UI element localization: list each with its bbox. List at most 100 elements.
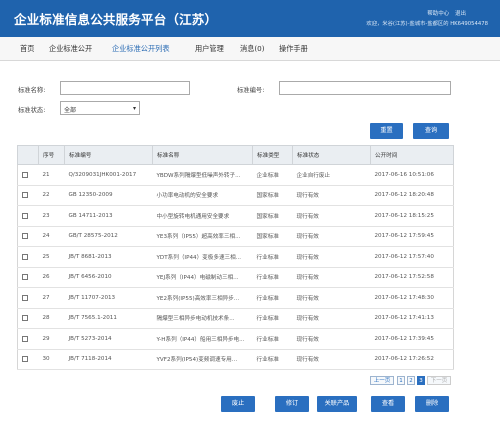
- standards-table: 序号 标准编号 标准名称 标准类型 标准状态 公开时间 21 Q/3209031…: [17, 145, 454, 370]
- table-row[interactable]: 29 JB/T 5273-2014 Y-H系列（IP44）船用三相异步电... …: [17, 328, 454, 350]
- row-checkbox[interactable]: [22, 171, 28, 178]
- page-button-1[interactable]: 1: [397, 376, 405, 385]
- cell-index: 25: [38, 246, 65, 268]
- standard-name-input[interactable]: [60, 81, 190, 95]
- row-checkbox[interactable]: [22, 212, 28, 219]
- help-link[interactable]: 帮助中心: [427, 11, 449, 17]
- standard-number-input[interactable]: [279, 81, 451, 95]
- prev-page-button[interactable]: 上一页: [370, 376, 394, 385]
- table-row[interactable]: 22 GB 12350-2009 小功率电动机的安全要求 国家标准 现行有效 2…: [17, 185, 454, 206]
- table-row[interactable]: 25 JB/T 8681-2013 YDT系列（IP44）变极多速三相... 行…: [17, 246, 454, 268]
- utility-links: 帮助中心 退出: [423, 9, 466, 17]
- column-header-code: 标准编号: [64, 145, 153, 165]
- table-row[interactable]: 23 GB 14711-2013 中小型旋转电机通用安全要求 国家标准 现行有效…: [17, 205, 454, 227]
- cell-index: 24: [38, 226, 65, 247]
- cell-name: YVF2系列(IP54)变频调速专用...: [152, 349, 253, 370]
- cell-name: 小功率电动机的安全要求: [152, 185, 253, 206]
- cell-time: 2017-06-12 17:59:45: [370, 226, 454, 247]
- nav-item-user-management[interactable]: 用户管理: [195, 44, 224, 54]
- status-select-value: 全部: [64, 107, 77, 114]
- page-button-3[interactable]: 3: [417, 376, 425, 385]
- row-checkbox[interactable]: [22, 233, 28, 239]
- column-header-select: [17, 145, 39, 165]
- nav-item-messages[interactable]: 消息(0): [240, 44, 265, 54]
- cell-status: 现行有效: [292, 328, 371, 350]
- cell-code: GB 14711-2013: [64, 205, 153, 227]
- logout-link[interactable]: 退出: [455, 11, 466, 17]
- table-row[interactable]: 24 GB/T 28575-2012 YE3系列（IP55）超高效率三相... …: [17, 226, 454, 247]
- cell-name: 中小型旋转电机通用安全要求: [152, 205, 253, 227]
- row-checkbox[interactable]: [22, 356, 28, 362]
- cell-type: 国家标准: [252, 205, 293, 227]
- cell-index: 30: [38, 349, 65, 370]
- cell-time: 2017-06-12 17:52:58: [370, 267, 454, 288]
- cell-name: YBDW系列隔爆型低噪声外转子...: [152, 164, 253, 186]
- cell-code: JB/T 5273-2014: [64, 328, 153, 350]
- column-header-name: 标准名称: [152, 145, 253, 165]
- standard-number-label: 标准编号:: [237, 87, 265, 94]
- cell-type: 企业标准: [252, 164, 293, 186]
- cell-time: 2017-06-12 18:20:48: [370, 185, 454, 206]
- standard-status-label: 标准状态:: [18, 107, 46, 114]
- next-page-button[interactable]: 下一页: [427, 376, 451, 385]
- cell-index: 26: [38, 267, 65, 288]
- cell-status: 现行有效: [292, 185, 371, 206]
- cell-time: 2017-06-12 17:48:30: [370, 287, 454, 309]
- cell-type: 国家标准: [252, 185, 293, 206]
- row-checkbox[interactable]: [22, 253, 28, 260]
- page-button-2[interactable]: 2: [407, 376, 415, 385]
- table-row[interactable]: 26 JB/T 6456-2010 YEJ系列（IP44）电磁制动三相... 行…: [17, 267, 454, 288]
- table-row[interactable]: 27 JB/T 11707-2013 YE2系列(IP55)高效率三相异步...…: [17, 287, 454, 309]
- row-checkbox[interactable]: [22, 315, 28, 321]
- cell-name: YEJ系列（IP44）电磁制动三相...: [152, 267, 253, 288]
- column-header-index: 序号: [38, 145, 65, 165]
- cell-status: 现行有效: [292, 267, 371, 288]
- cell-code: JB/T 8681-2013: [64, 246, 153, 268]
- delete-button[interactable]: 删除: [415, 396, 449, 412]
- cell-name: 隔爆型三相异步电动机技术条...: [152, 308, 253, 329]
- cell-type: 行业标准: [252, 267, 293, 288]
- search-button[interactable]: 查询: [413, 123, 449, 139]
- standard-name-label: 标准名称:: [18, 87, 46, 94]
- cell-index: 21: [38, 164, 65, 186]
- cell-status: 企业自行废止: [292, 164, 371, 186]
- cell-code: GB/T 28575-2012: [64, 226, 153, 247]
- cell-status: 现行有效: [292, 246, 371, 268]
- cell-status: 现行有效: [292, 287, 371, 309]
- site-title: 企业标准信息公共服务平台（江苏）: [14, 12, 218, 27]
- abolish-button[interactable]: 废止: [221, 396, 255, 412]
- welcome-text: 欢迎，米谷(江苏)-盐城市-盐都区的 HK649054478: [366, 21, 488, 27]
- row-checkbox[interactable]: [22, 335, 28, 342]
- table-row[interactable]: 30 JB/T 7118-2014 YVF2系列(IP54)变频调速专用... …: [17, 349, 454, 370]
- column-header-time: 公开时间: [370, 145, 454, 165]
- cell-time: 2017-06-16 10:51:06: [370, 164, 454, 186]
- row-checkbox[interactable]: [22, 192, 28, 198]
- column-header-status: 标准状态: [292, 145, 371, 165]
- header-banner: 企业标准信息公共服务平台（江苏） 帮助中心 退出 欢迎，米谷(江苏)-盐城市-盐…: [0, 0, 500, 37]
- view-button[interactable]: 查看: [371, 396, 405, 412]
- cell-time: 2017-06-12 17:26:52: [370, 349, 454, 370]
- reset-button[interactable]: 重置: [370, 123, 403, 139]
- cell-status: 现行有效: [292, 205, 371, 227]
- link-product-button[interactable]: 关联产品: [317, 396, 357, 412]
- table-row[interactable]: 21 Q/3209031JHK001-2017 YBDW系列隔爆型低噪声外转子.…: [17, 164, 454, 186]
- cell-index: 27: [38, 287, 65, 309]
- nav-item-home[interactable]: 首页: [20, 44, 34, 54]
- cell-type: 国家标准: [252, 226, 293, 247]
- row-checkbox[interactable]: [22, 274, 28, 280]
- nav-item-manual[interactable]: 操作手册: [279, 44, 308, 54]
- chevron-down-icon: ▾: [132, 105, 136, 112]
- row-checkbox[interactable]: [22, 294, 28, 301]
- cell-code: Q/3209031JHK001-2017: [64, 164, 153, 186]
- standard-status-select[interactable]: 全部 ▾: [60, 101, 140, 115]
- cell-time: 2017-06-12 17:41:13: [370, 308, 454, 329]
- cell-code: GB 12350-2009: [64, 185, 153, 206]
- cell-type: 行业标准: [252, 349, 293, 370]
- cell-name: YE2系列(IP55)高效率三相异步...: [152, 287, 253, 309]
- nav-item-standard-disclosure[interactable]: 企业标准公开: [49, 44, 92, 54]
- revise-button[interactable]: 修订: [275, 396, 309, 412]
- cell-name: Y-H系列（IP44）船用三相异步电...: [152, 328, 253, 350]
- nav-item-standard-list[interactable]: 企业标准公开列表: [112, 44, 170, 54]
- cell-index: 23: [38, 205, 65, 227]
- table-row[interactable]: 28 JB/T 7565.1-2011 隔爆型三相异步电动机技术条... 行业标…: [17, 308, 454, 329]
